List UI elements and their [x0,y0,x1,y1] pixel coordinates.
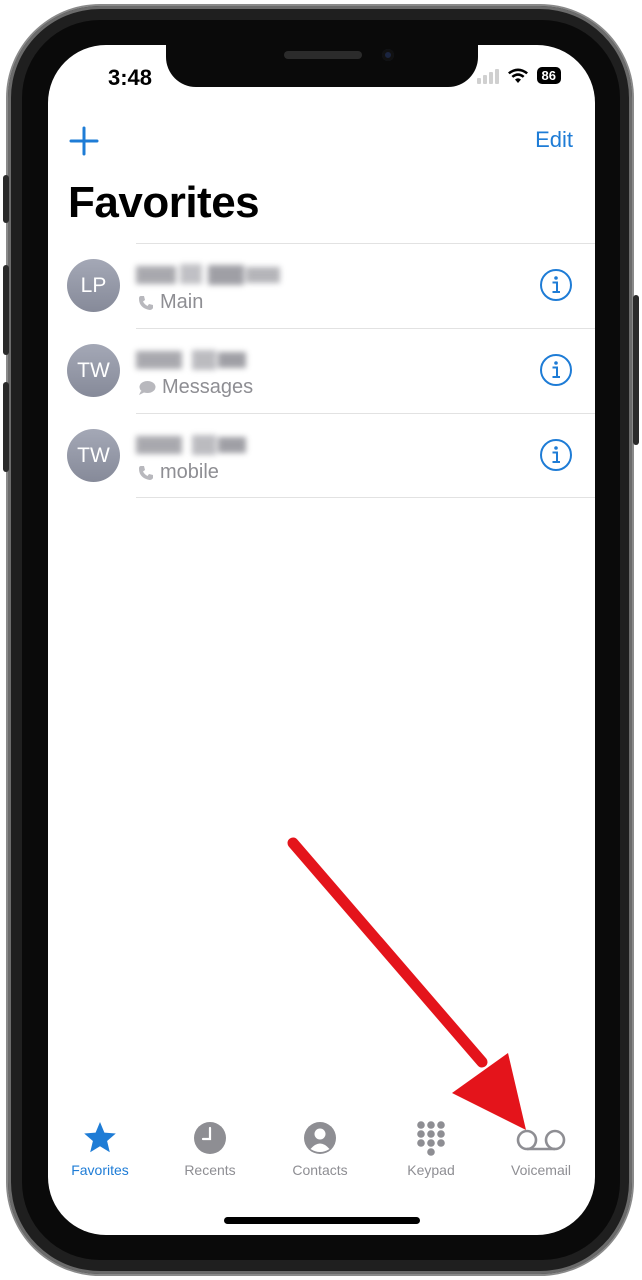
plus-icon[interactable] [68,125,100,157]
wifi-icon [507,68,528,83]
front-camera [382,49,394,61]
contact-label: Messages [162,376,254,398]
blurred-contact-name [136,262,282,288]
volume-up-button [3,265,9,355]
info-icon[interactable] [539,268,573,302]
mute-switch [3,175,9,223]
status-icons: 86 [476,67,561,84]
tab-voicemail[interactable]: Voicemail [486,1120,595,1178]
person-icon [304,1122,336,1154]
row-divider [136,413,595,414]
voicemail-icon [516,1129,566,1151]
notch [166,45,478,87]
blurred-contact-name [136,347,248,373]
contact-label-row: Messages [138,376,253,399]
contact-label-row: mobile [138,461,219,484]
row-divider [136,497,595,498]
tab-contacts[interactable]: Contacts [265,1120,375,1178]
volume-down-button [3,382,9,472]
tab-favorites[interactable]: Favorites [48,1120,155,1178]
tab-label: Voicemail [511,1162,571,1178]
message-icon [139,380,156,395]
cellular-signal-icon [476,68,499,84]
favorite-row[interactable]: TW Messages [48,328,595,413]
page-title: Favorites [68,178,260,227]
status-time: 3:48 [108,65,153,90]
contact-label: Main [160,291,204,313]
power-button [633,295,639,445]
keypad-icon [417,1121,445,1156]
favorite-row[interactable]: TW mobile [48,413,595,498]
clock-icon [194,1122,226,1154]
phone-screen: 3:48 86 Edit Favorites LP Main TW Messag… [48,45,595,1235]
contact-label-row: Main [138,291,203,314]
row-divider [136,243,595,244]
avatar: TW [67,344,120,397]
favorite-row[interactable]: LP Main [48,243,595,328]
edit-button[interactable]: Edit [535,127,573,153]
contact-label: mobile [160,461,219,483]
home-indicator [224,1217,420,1224]
favorites-list: LP Main TW Messages TW mobile [48,243,595,498]
tab-keypad[interactable]: Keypad [376,1120,486,1178]
tab-bar: Favorites Recents Contacts Keypad Voicem… [48,1120,595,1190]
blurred-contact-name [136,432,248,458]
battery-indicator: 86 [536,67,561,84]
tab-label: Favorites [71,1162,129,1178]
tab-label: Contacts [292,1162,348,1178]
phone-icon [139,295,153,310]
info-icon[interactable] [539,353,573,387]
tab-label: Recents [184,1162,236,1178]
star-icon [84,1122,116,1153]
tab-label: Keypad [407,1162,455,1178]
row-divider [136,328,595,329]
tab-recents[interactable]: Recents [155,1120,265,1178]
earpiece-speaker [284,51,362,59]
avatar: LP [67,259,120,312]
avatar: TW [67,429,120,482]
info-icon[interactable] [539,438,573,472]
phone-icon [139,465,153,480]
